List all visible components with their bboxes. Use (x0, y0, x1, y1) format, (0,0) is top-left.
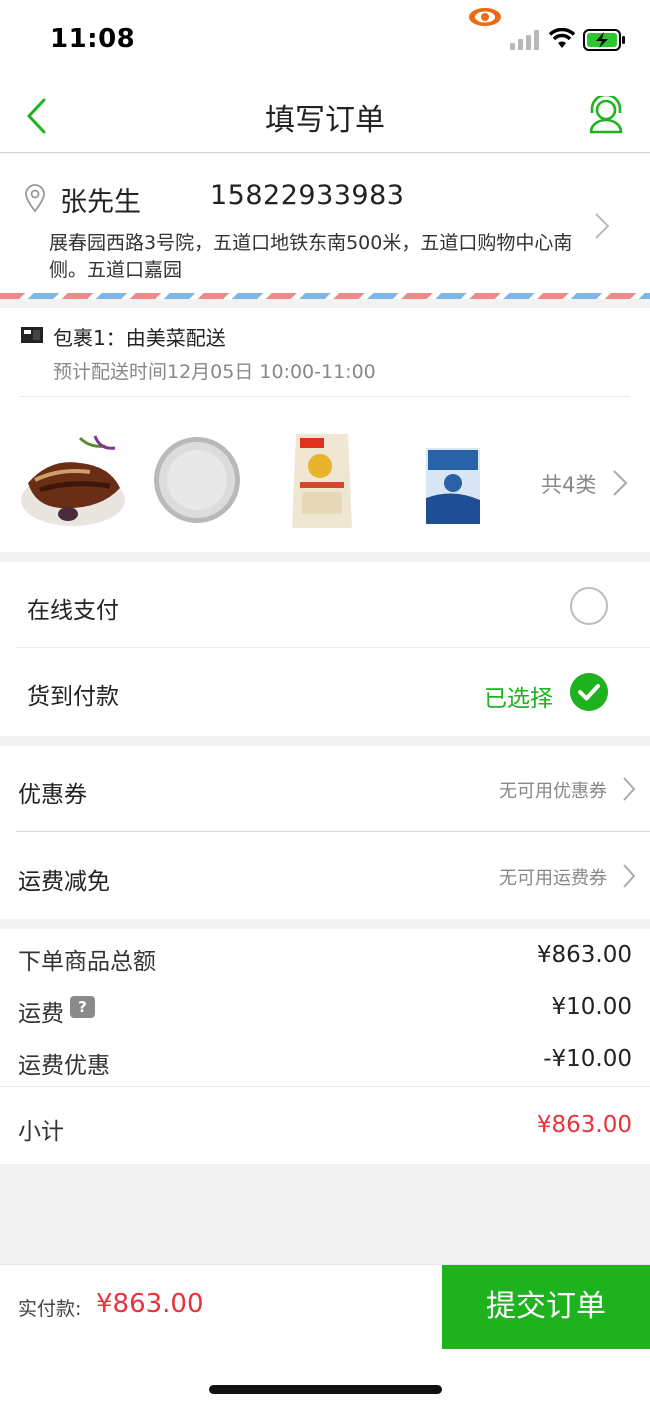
chevron-right-icon[interactable] (622, 776, 636, 802)
shipping-discount-label: 运费优惠 (18, 1053, 110, 1079)
coupon-value[interactable]: 无可用优惠券 (499, 777, 607, 803)
actual-payment-label: 实付款: (18, 1298, 82, 1320)
submit-order-button[interactable]: 提交订单 (442, 1265, 650, 1349)
payment-cod-status: 已选择 (484, 686, 553, 712)
check-icon[interactable] (570, 673, 608, 711)
home-indicator[interactable] (209, 1385, 442, 1394)
location-pin-icon (25, 184, 45, 213)
wifi-icon (548, 28, 576, 48)
shipping-waiver-value[interactable]: 无可用运费券 (499, 864, 607, 890)
payment-cod-label[interactable]: 货到付款 (27, 677, 119, 711)
package-title: 包裹1：由美菜配送 (53, 326, 226, 350)
help-icon[interactable]: ? (70, 996, 95, 1018)
goods-total-value: ¥863.00 (536, 942, 632, 968)
chevron-right-icon[interactable] (612, 469, 628, 497)
coupon-label[interactable]: 优惠券 (18, 775, 87, 809)
product-thumbnail-rice-bag[interactable] (272, 428, 378, 534)
chevron-right-icon[interactable] (622, 863, 636, 889)
divider (16, 647, 650, 648)
divider (0, 1086, 650, 1087)
item-count[interactable]: 共4类 (541, 469, 596, 499)
divider (16, 831, 650, 832)
address-airmail-border (0, 293, 650, 299)
delivery-time: 预计配送时间12月05日 10:00-11:00 (53, 361, 376, 383)
package-icon (21, 327, 43, 343)
product-thumbnail-vermicelli[interactable] (148, 428, 254, 534)
divider (20, 396, 630, 397)
product-thumbnail-braised-pork[interactable] (20, 428, 126, 534)
product-thumbnail-salt-bag[interactable] (398, 428, 504, 534)
status-time: 11:08 (50, 24, 136, 54)
shipping-discount-value: -¥10.00 (543, 1046, 632, 1072)
chevron-right-icon[interactable] (594, 212, 610, 240)
subtotal-value: ¥863.00 (536, 1112, 632, 1138)
recipient-phone: 15822933983 (210, 180, 405, 211)
shipping-label: 运费 (18, 1001, 64, 1027)
signal-icon (510, 30, 539, 50)
subtotal-label: 小计 (18, 1119, 64, 1145)
actual-payment-amount: ¥863.00 (96, 1289, 204, 1319)
shipping-value: ¥10.00 (551, 994, 632, 1020)
address-detail: 展春园西路3号院，五道口地铁东南500米，五道口购物中心南侧。五道口嘉园 (49, 232, 573, 281)
battery-charging-icon (583, 29, 625, 51)
payment-online-label[interactable]: 在线支付 (27, 591, 119, 625)
recipient-name: 张先生 (60, 187, 141, 218)
page-title: 填写订单 (265, 103, 385, 138)
payment-online-radio[interactable] (570, 587, 608, 625)
customer-service-icon[interactable] (588, 96, 624, 134)
goods-total-label: 下单商品总额 (18, 949, 156, 975)
shipping-waiver-label[interactable]: 运费减免 (18, 862, 110, 896)
eye-icon (469, 8, 501, 26)
